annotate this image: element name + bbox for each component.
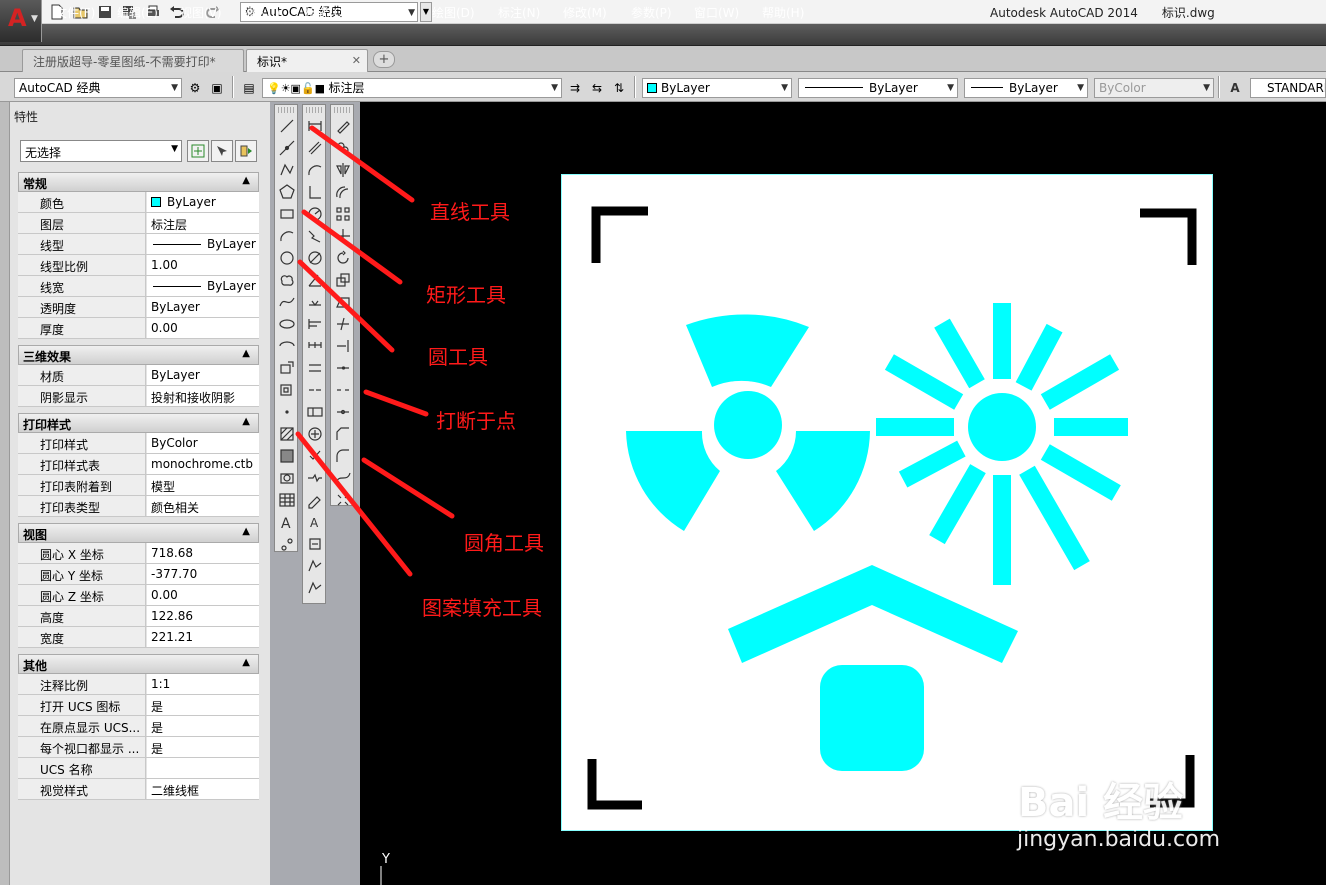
annotation-break-tool: 打断于点 [436, 409, 516, 433]
annotation-arrows [295, 125, 455, 577]
annotation-rect-tool: 矩形工具 [426, 283, 506, 307]
chevron-down-icon: ▼ [31, 14, 38, 24]
arrow-hatch-tool [295, 431, 413, 577]
annotation-circle-tool: 圆工具 [428, 345, 488, 369]
arrow-fillet-tool [361, 457, 455, 519]
arrow-rect-tool [301, 209, 403, 285]
autocad-logo-icon: A [8, 4, 27, 32]
ucs-icon [380, 866, 382, 885]
application-menu-button[interactable]: A ▼ [0, 0, 42, 42]
annotation-fillet-tool: 圆角工具 [464, 531, 544, 555]
arrow-line-tool [309, 125, 415, 203]
watermark-url: jingyan.baidu.com [1017, 827, 1221, 852]
annotation-line-tool: 直线工具 [430, 200, 510, 224]
ucs-y-axis-label: Y [382, 852, 390, 867]
watermark-brand: Bai 经验 [1018, 780, 1184, 826]
arrow-circle-tool [297, 259, 395, 353]
annotation-hatch-tool: 图案填充工具 [422, 596, 542, 620]
arrow-break-tool [363, 389, 429, 417]
